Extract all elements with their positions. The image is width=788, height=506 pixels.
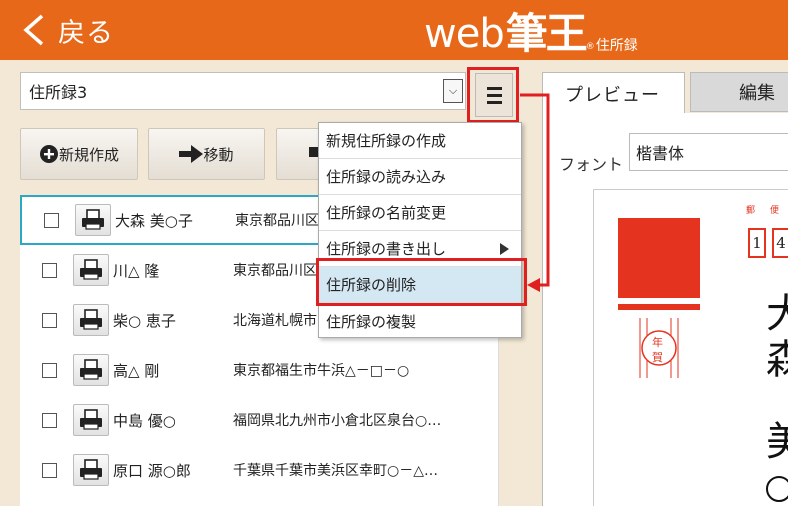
contact-name: 原口 源○郎 xyxy=(113,461,191,480)
chevron-left-icon xyxy=(23,14,44,46)
address-book-selected: 住所録3 xyxy=(29,83,88,102)
font-select-value: 楷書体 xyxy=(636,144,685,163)
menu-item-label: 新規住所録の作成 xyxy=(326,132,447,150)
postal-label-2: 便 xyxy=(770,206,780,216)
tab-preview[interactable]: プレビュー xyxy=(542,72,685,114)
printer-icon[interactable] xyxy=(73,454,109,486)
back-button[interactable]: 戻る xyxy=(20,10,114,50)
zip-digit-box: 4 xyxy=(772,228,788,258)
nenga-char-2: 賀 xyxy=(652,351,663,364)
contact-row[interactable]: 高△ 剛 東京都福生市牛浜△－□－○ xyxy=(20,345,498,395)
contact-checkbox[interactable] xyxy=(42,412,57,428)
preview-body: フォント 楷書体 年 賀 郵 便 1 4 大 森 美 xyxy=(542,113,788,506)
contact-name: 柴○ 恵子 xyxy=(113,311,176,330)
stamp-line xyxy=(618,304,700,310)
new-contact-button[interactable]: 新規作成 xyxy=(20,128,138,180)
logo-subtitle: 住所録 xyxy=(595,38,638,54)
recipient-char: 大 xyxy=(766,291,788,337)
printer-icon[interactable] xyxy=(73,404,109,436)
plus-circle-icon xyxy=(39,145,58,163)
contact-name: 大森 美○子 xyxy=(115,211,193,230)
contact-checkbox[interactable] xyxy=(42,262,57,278)
contact-address: 東京都品川区 xyxy=(235,213,319,229)
logo-fude: 筆王 xyxy=(505,9,588,58)
printer-icon[interactable] xyxy=(73,304,109,336)
contact-address: 北海道札幌市 xyxy=(233,313,317,329)
contact-name: 中島 優○ xyxy=(113,411,176,430)
submenu-arrow-icon xyxy=(500,243,509,255)
stamp-box xyxy=(618,218,700,298)
menu-item-label: 住所録の読み込み xyxy=(326,168,447,186)
menu-item-label: 住所録の書き出し xyxy=(326,240,447,258)
menu-item-rename[interactable]: 住所録の名前変更 xyxy=(319,195,521,231)
postcard-preview: 年 賀 郵 便 1 4 大 森 美 xyxy=(593,189,788,506)
address-book-select[interactable]: 住所録3 ⌵ xyxy=(20,72,466,110)
logo-registered: ® xyxy=(585,42,595,52)
recipient-circle-char xyxy=(766,476,788,502)
contact-checkbox[interactable] xyxy=(42,462,57,478)
contact-address: 福岡県北九州市小倉北区泉台○… xyxy=(233,413,442,429)
menu-item-duplicate[interactable]: 住所録の複製 xyxy=(319,303,521,339)
menu-item-import[interactable]: 住所録の読み込み xyxy=(319,159,521,195)
chevron-down-icon[interactable]: ⌵ xyxy=(443,79,463,103)
contact-address: 東京都福生市牛浜△－□－○ xyxy=(233,363,410,379)
zip-digit: 1 xyxy=(752,234,762,252)
contact-checkbox[interactable] xyxy=(42,362,57,378)
contact-address: 東京都品川区 xyxy=(233,263,317,279)
move-label: 移動 xyxy=(203,145,234,164)
nenga-char-1: 年 xyxy=(652,336,663,349)
contact-checkbox[interactable] xyxy=(44,212,59,228)
menu-item-create[interactable]: 新規住所録の作成 xyxy=(319,123,521,159)
zip-digit-box: 1 xyxy=(748,228,766,258)
menu-button-highlight xyxy=(467,67,519,123)
postal-label-1: 郵 xyxy=(746,206,756,216)
contact-name: 川△ 隆 xyxy=(113,261,160,280)
contact-name: 高△ 剛 xyxy=(113,361,160,380)
tab-edit[interactable]: 編集 xyxy=(690,72,788,112)
back-label: 戻る xyxy=(58,17,114,49)
menu-item-label: 住所録の名前変更 xyxy=(326,204,447,222)
contact-checkbox[interactable] xyxy=(42,312,57,328)
arrow-right-icon xyxy=(179,145,204,163)
app-header: 戻る web 筆王 ® 住所録 xyxy=(0,0,788,60)
printer-icon[interactable] xyxy=(75,204,111,236)
app-logo: web 筆王 ® 住所録 xyxy=(424,4,638,58)
contact-address: 千葉県千葉市美浜区幸町○－△… xyxy=(233,463,438,479)
logo-web: web xyxy=(424,11,505,57)
preview-panel: プレビュー 編集 フォント 楷書体 年 賀 郵 便 1 4 大 森 美 xyxy=(530,60,788,506)
contact-row[interactable]: 中島 優○ 福岡県北九州市小倉北区泉台○… xyxy=(20,395,498,445)
font-label: フォント xyxy=(559,155,624,174)
new-contact-label: 新規作成 xyxy=(58,145,119,164)
delete-item-highlight xyxy=(316,258,527,306)
font-select[interactable]: 楷書体 xyxy=(629,133,788,171)
recipient-char: 美 xyxy=(766,419,788,465)
zip-digit: 4 xyxy=(776,234,786,252)
printer-icon[interactable] xyxy=(73,254,109,286)
menu-item-label: 住所録の複製 xyxy=(326,312,417,331)
printer-icon[interactable] xyxy=(73,354,109,386)
contact-row[interactable]: 原口 源○郎 千葉県千葉市美浜区幸町○－△… xyxy=(20,445,498,495)
move-button[interactable]: 移動 xyxy=(148,128,265,180)
recipient-char: 森 xyxy=(766,337,788,383)
